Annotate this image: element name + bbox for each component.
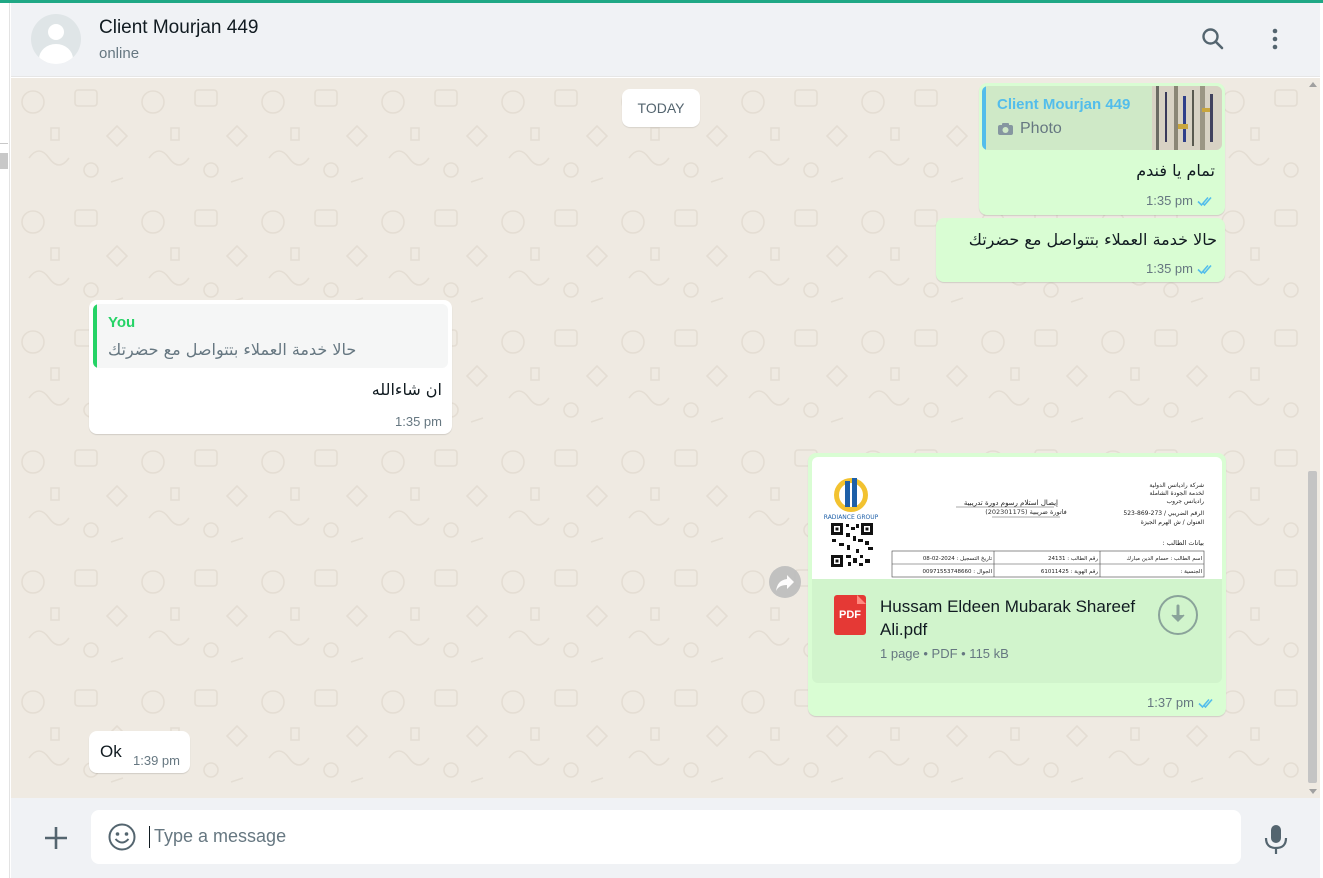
message-text: Ok: [100, 742, 122, 761]
preview-heading: إيصال استلام رسوم دورة تدريبية: [964, 499, 1058, 507]
preview-cell: الجوال : 00971553748660: [923, 569, 993, 575]
scroll-up-arrow-icon[interactable]: [1309, 82, 1317, 87]
text-cursor: [149, 826, 150, 848]
download-icon: [1171, 604, 1185, 623]
preview-cell: تاريخ التسجيل : 2024-02-08: [923, 556, 993, 562]
date-separator: TODAY: [622, 89, 700, 127]
message-text: حالا خدمة العملاء بتتواصل مع حضرتك: [968, 230, 1217, 249]
message-bubble-outgoing[interactable]: Client Mourjan 449 Photo تمام يا فندم 1:…: [979, 83, 1225, 215]
quoted-author: You: [108, 314, 136, 331]
quoted-message[interactable]: You حالا خدمة العملاء بتتواصل مع حضرتك: [93, 304, 448, 368]
message-time: 1:39 pm: [133, 753, 180, 768]
preview-cell: الجنسية :: [1180, 569, 1202, 575]
preview-tax-number: الرقم الضريبي / 273-869-523: [1123, 510, 1204, 517]
scroll-down-arrow-icon[interactable]: [1309, 789, 1317, 794]
read-ticks-icon: [1197, 264, 1212, 274]
emoji-icon[interactable]: [107, 822, 137, 852]
pdf-file-icon: PDF: [834, 595, 866, 635]
message-text: تمام يا فندم: [1136, 161, 1215, 180]
quoted-text: حالا خدمة العملاء بتتواصل مع حضرتك: [108, 340, 357, 359]
document-info[interactable]: PDF Hussam Eldeen Mubarak Shareef Ali.pd…: [812, 579, 1222, 683]
plus-icon[interactable]: [41, 823, 71, 853]
forward-icon: [776, 575, 794, 591]
preview-section: بيانات الطالب :: [1163, 539, 1205, 547]
preview-cell: رقم الطالب : 24131: [1048, 556, 1098, 562]
menu-dots-icon[interactable]: [1261, 25, 1289, 53]
scrollbar-thumb[interactable]: [1308, 471, 1317, 783]
chat-header: Client Mourjan 449 online: [11, 3, 1320, 77]
chat-area[interactable]: TODAY Client Mourjan 449 Photo تمام يا ف…: [11, 78, 1309, 798]
read-ticks-icon: [1197, 196, 1212, 206]
message-time: 1:35 pm: [395, 414, 442, 429]
download-button[interactable]: [1158, 595, 1198, 635]
photo-thumbnail: [1152, 86, 1222, 150]
message-input[interactable]: Type a message: [91, 810, 1241, 864]
contact-name[interactable]: Client Mourjan 449: [99, 17, 258, 39]
qr-code: [831, 523, 873, 567]
message-bubble-incoming[interactable]: Ok 1:39 pm: [89, 731, 190, 773]
forward-button[interactable]: [769, 566, 801, 598]
read-ticks-icon: [1198, 698, 1213, 708]
preview-company-line: لخدمة الجودة الشاملة: [1150, 490, 1205, 497]
document-details: 1 page • PDF • 115 kB: [880, 646, 1009, 661]
message-text: ان شاءالله: [371, 380, 442, 399]
document-preview[interactable]: RADIANCE GROUP شركة راديانس الدولية لخدم…: [812, 457, 1222, 579]
company-logo: RADIANCE GROUP: [824, 478, 879, 521]
search-icon[interactable]: [1199, 25, 1227, 53]
document-name: Hussam Eldeen Mubarak Shareef Ali.pdf: [880, 597, 1136, 639]
preview-company-line: شركة راديانس الدولية: [1149, 482, 1204, 489]
left-panel-edge: [0, 3, 10, 878]
message-placeholder[interactable]: Type a message: [154, 826, 286, 847]
message-bubble-outgoing[interactable]: حالا خدمة العملاء بتتواصل مع حضرتك 1:35 …: [936, 218, 1225, 282]
quoted-text: Photo: [1020, 120, 1062, 137]
preview-invoice: فاتورة ضريبية (202301175): [985, 508, 1067, 516]
preview-address: العنوان / ش الهرم الجيزة: [1141, 519, 1205, 526]
preview-cell: رقم الهوية : 61011425: [1041, 569, 1098, 575]
microphone-icon[interactable]: [1261, 822, 1291, 856]
message-time: 1:37 pm: [1147, 695, 1194, 710]
quoted-author: Client Mourjan 449: [997, 96, 1131, 113]
composer-bar: Type a message: [11, 798, 1320, 878]
message-time: 1:35 pm: [1146, 261, 1193, 276]
contact-status: online: [99, 45, 140, 62]
message-time: 1:35 pm: [1146, 193, 1193, 208]
avatar[interactable]: [31, 14, 81, 64]
message-bubble-incoming[interactable]: You حالا خدمة العملاء بتتواصل مع حضرتك ا…: [89, 300, 452, 434]
message-bubble-outgoing-document[interactable]: RADIANCE GROUP شركة راديانس الدولية لخدم…: [808, 453, 1226, 716]
logo-text: RADIANCE GROUP: [824, 514, 879, 521]
quoted-message[interactable]: Client Mourjan 449 Photo: [982, 86, 1222, 150]
camera-icon: [998, 123, 1013, 135]
preview-cell: اسم الطالب : حسام الدين مبارك: [1126, 556, 1202, 562]
preview-company-line: راديانس جروب: [1166, 498, 1204, 505]
chat-scrollbar[interactable]: [1305, 78, 1320, 798]
